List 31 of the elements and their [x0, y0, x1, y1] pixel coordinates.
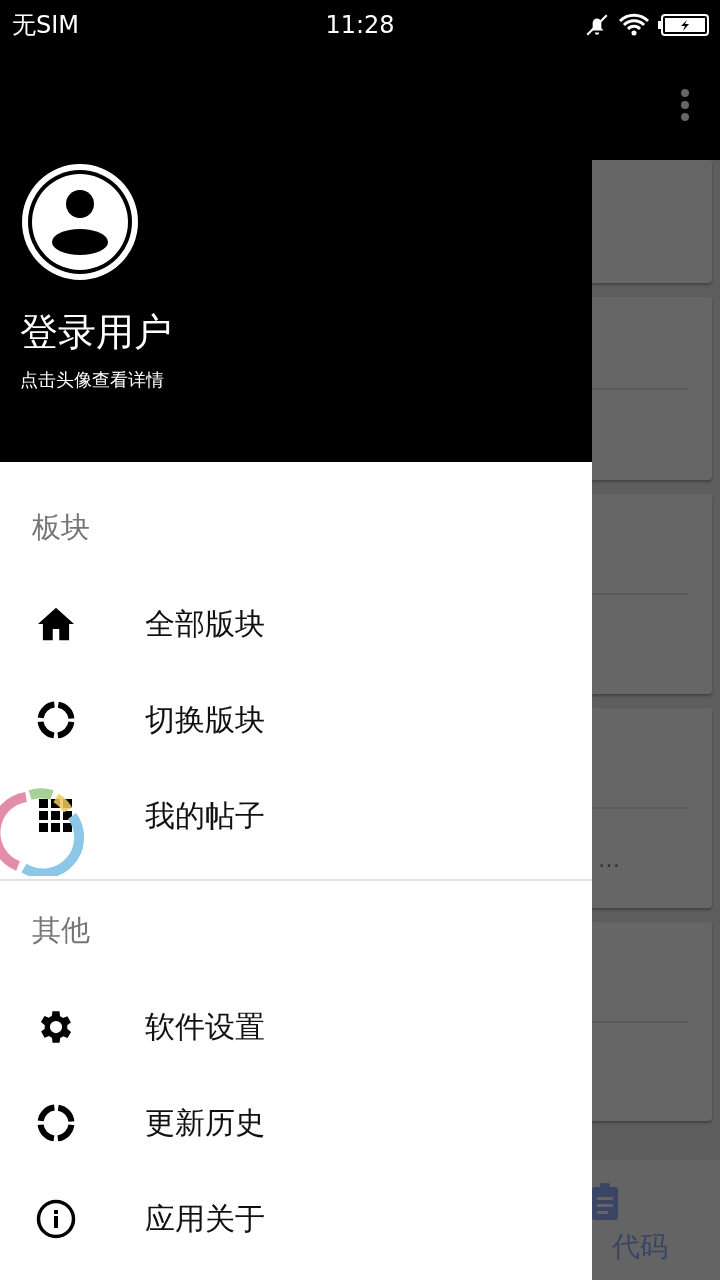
battery-icon: [658, 13, 710, 37]
wifi-icon: [618, 13, 650, 37]
section-title: 其他: [31, 912, 91, 949]
clock-time: 11:28: [325, 11, 395, 39]
drawer-item[interactable]: 全部版块: [0, 576, 592, 672]
drawer-item[interactable]: 我的帖子: [0, 768, 592, 864]
bell-muted-icon: [584, 12, 610, 38]
clipboard-icon[interactable]: [592, 1182, 620, 1220]
home-icon: [36, 606, 76, 642]
ring-icon: [36, 1103, 76, 1143]
item-label: 我的帖子: [145, 796, 265, 835]
more-icon[interactable]: [680, 88, 690, 122]
drawer-item[interactable]: 软件设置: [0, 979, 592, 1075]
item-label: 应用关于: [145, 1199, 265, 1238]
item-label: 切换版块: [145, 700, 265, 739]
section-title: 板块: [31, 509, 91, 546]
user-name: 登录用户: [20, 309, 173, 356]
header-hint: 点击头像查看详情: [20, 368, 165, 392]
grid-icon: [39, 799, 73, 833]
drawer-item[interactable]: 应用关于: [0, 1171, 592, 1267]
carrier-text: 无SIM: [12, 10, 80, 41]
item-label: 全部版块: [145, 604, 265, 643]
avatar-icon[interactable]: [20, 162, 140, 282]
ellipsis-text: …: [598, 847, 620, 872]
info-icon: [36, 1199, 76, 1239]
drawer-item[interactable]: 切换版块: [0, 672, 592, 768]
floating-ring-icon[interactable]: [0, 788, 84, 876]
item-label: 更新历史: [145, 1103, 265, 1142]
drawer-item[interactable]: 更新历史: [0, 1075, 592, 1171]
ring-icon: [36, 700, 76, 740]
item-label: 软件设置: [145, 1007, 265, 1046]
